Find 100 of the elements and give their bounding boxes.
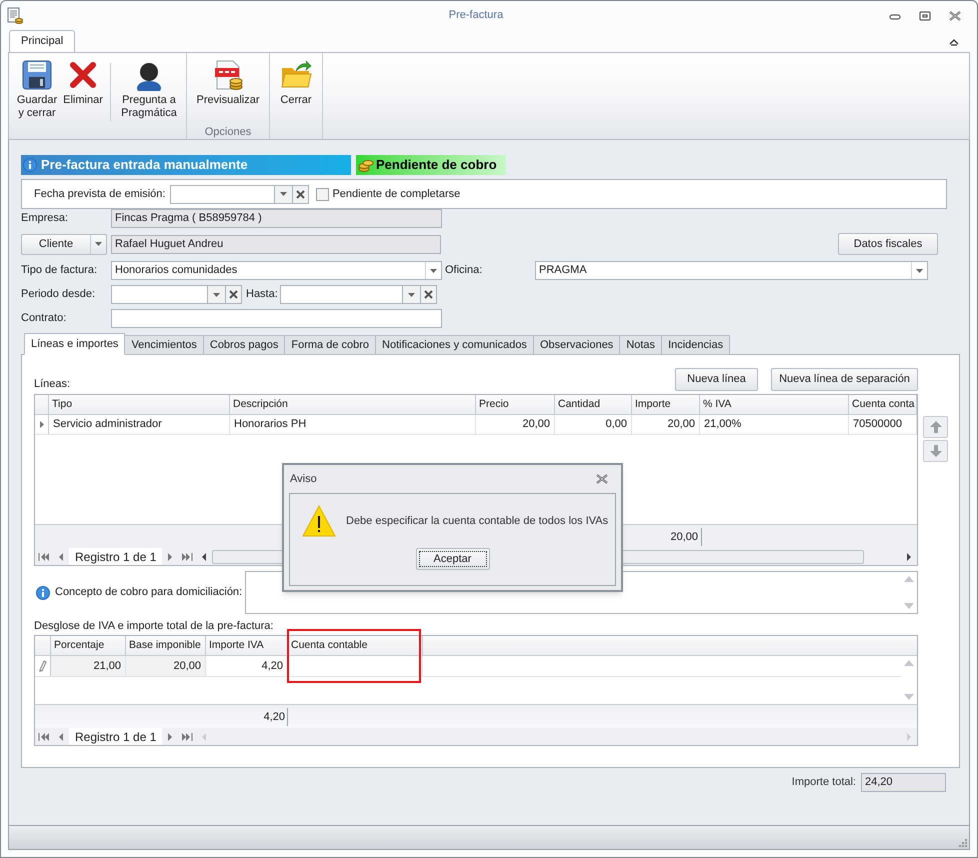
ribbon-button[interactable]: Previsualizar bbox=[191, 59, 265, 107]
record-counter: Registro 1 de 1 bbox=[69, 548, 162, 565]
column-header: Cuenta contable bbox=[288, 636, 423, 655]
tab[interactable]: Vencimientos bbox=[125, 335, 204, 355]
table-cell: 0,00 bbox=[555, 414, 632, 434]
column-header: Descripción bbox=[230, 395, 476, 414]
ribbon-button[interactable]: Eliminar bbox=[61, 59, 105, 107]
column-header: Base imponible bbox=[126, 636, 206, 655]
document-icon bbox=[7, 6, 23, 24]
maximize-icon[interactable] bbox=[919, 10, 931, 20]
move-up-button[interactable] bbox=[923, 416, 948, 438]
caret-icon bbox=[95, 242, 102, 246]
date-field[interactable] bbox=[111, 285, 208, 304]
column-header: Cuenta conta bbox=[849, 395, 917, 414]
ribbon-button[interactable]: Pregunta a Pragmática bbox=[116, 59, 182, 120]
clear-button[interactable] bbox=[420, 285, 437, 304]
field-label: Pendiente de completarse bbox=[332, 186, 460, 202]
dropdown-button[interactable] bbox=[208, 285, 225, 304]
column-header: Importe bbox=[632, 395, 700, 414]
dialog-message: Debe especificar la cuenta contable de todos los IVAs bbox=[346, 514, 608, 529]
readonly-field: Fincas Pragma ( B58959784 ) bbox=[111, 209, 442, 228]
last-record-icon[interactable] bbox=[181, 732, 194, 742]
table-cell: Servicio administrador bbox=[49, 414, 230, 434]
accept-button[interactable]: Aceptar bbox=[416, 548, 490, 570]
caret-icon bbox=[916, 268, 923, 272]
clear-button[interactable] bbox=[292, 184, 310, 204]
first-record-icon[interactable] bbox=[38, 552, 50, 562]
collapse-ribbon-icon[interactable] bbox=[949, 38, 959, 46]
tab[interactable]: Líneas e importes bbox=[24, 333, 126, 355]
ribbon-button[interactable]: Cerrar bbox=[274, 59, 318, 107]
scroll-up-icon bbox=[904, 660, 914, 666]
tab[interactable]: Observaciones bbox=[534, 335, 620, 355]
tab[interactable]: Forma de cobro bbox=[285, 335, 376, 355]
table-cell: 70500000 bbox=[849, 414, 917, 434]
date-field[interactable] bbox=[280, 285, 403, 304]
pencil-icon bbox=[38, 660, 46, 672]
checkbox[interactable] bbox=[316, 188, 330, 200]
column-header: Precio bbox=[476, 395, 555, 414]
dropdown-field[interactable]: Honorarios comunidades bbox=[111, 261, 442, 280]
first-record-icon[interactable] bbox=[38, 732, 50, 742]
info-icon bbox=[23, 158, 37, 172]
summary-cell: 4,20 bbox=[206, 708, 288, 726]
scroll-up-icon bbox=[904, 576, 914, 582]
field-label: Fecha prevista de emisión: bbox=[34, 186, 166, 202]
column-header: Tipo bbox=[49, 395, 230, 414]
dropdown-button[interactable] bbox=[275, 184, 292, 204]
close-icon[interactable] bbox=[596, 474, 608, 484]
dialog-title: Aviso bbox=[290, 472, 317, 487]
clear-button[interactable] bbox=[225, 285, 242, 304]
ribbon-button[interactable]: Guardar y cerrar bbox=[13, 59, 61, 120]
coins-icon bbox=[358, 158, 374, 172]
field-label: Contrato: bbox=[21, 312, 66, 324]
dropdown-field[interactable]: PRAGMA bbox=[535, 261, 928, 280]
table-cell: 21,00 bbox=[51, 656, 126, 676]
readonly-field: Rafael Huguet Andreu bbox=[111, 234, 441, 254]
field-label: Importe total: bbox=[792, 775, 856, 790]
column-header: Importe IVA bbox=[206, 636, 288, 655]
tab[interactable]: Cobros pagos bbox=[204, 335, 286, 355]
warning-icon bbox=[302, 505, 336, 537]
total-field: 24,20 bbox=[861, 773, 946, 792]
caret-icon bbox=[213, 292, 220, 296]
column-header: Cantidad bbox=[555, 395, 632, 414]
table-cell: 20,00 bbox=[126, 656, 206, 676]
group-label: Opciones bbox=[204, 125, 252, 139]
scroll-down-icon bbox=[904, 603, 914, 609]
table-cell: 20,00 bbox=[632, 414, 700, 434]
move-down-button[interactable] bbox=[923, 440, 948, 462]
table-cell: 21,00% bbox=[700, 414, 849, 434]
scroll-right-icon bbox=[904, 552, 914, 562]
scroll-down-icon bbox=[904, 694, 914, 700]
banner-text: Pre-factura entrada manualmente bbox=[41, 156, 248, 174]
resize-grip-icon[interactable] bbox=[957, 837, 967, 847]
tab[interactable]: Notificaciones y comunicados bbox=[376, 335, 534, 355]
tab[interactable]: Notas bbox=[620, 335, 662, 355]
field-label: Tipo de factura: bbox=[21, 264, 98, 276]
tab[interactable]: Incidencias bbox=[662, 335, 730, 355]
ribbon-tab[interactable]: Principal bbox=[9, 30, 76, 52]
dropdown-button[interactable]: Cliente bbox=[21, 234, 107, 254]
field-label: Concepto de cobro para domiciliación: bbox=[55, 585, 242, 600]
date-field[interactable] bbox=[170, 184, 276, 204]
summary-cell: 20,00 bbox=[634, 528, 702, 546]
dropdown-button[interactable] bbox=[403, 285, 420, 304]
text-field[interactable] bbox=[111, 309, 442, 328]
datos-fiscales-button[interactable]: Datos fiscales bbox=[838, 233, 938, 255]
table-cell: Honorarios PH bbox=[230, 414, 476, 434]
pdf-document-icon bbox=[212, 59, 244, 91]
last-record-icon[interactable] bbox=[181, 552, 194, 562]
new-separator-line-button[interactable]: Nueva línea de separación bbox=[771, 368, 918, 391]
column-header: % IVA bbox=[700, 395, 849, 414]
field-label: Oficina: bbox=[445, 264, 482, 276]
minimize-icon[interactable] bbox=[889, 12, 901, 20]
caret-icon bbox=[280, 192, 288, 196]
field-label: Hasta: bbox=[246, 288, 278, 300]
new-line-button[interactable]: Nueva línea bbox=[675, 368, 758, 391]
cross-icon bbox=[67, 59, 99, 91]
close-icon[interactable] bbox=[949, 10, 961, 20]
clear-icon bbox=[296, 190, 306, 198]
table-cell: 20,00 bbox=[476, 414, 555, 434]
field-label: Empresa: bbox=[21, 212, 68, 224]
info-icon bbox=[36, 586, 50, 600]
